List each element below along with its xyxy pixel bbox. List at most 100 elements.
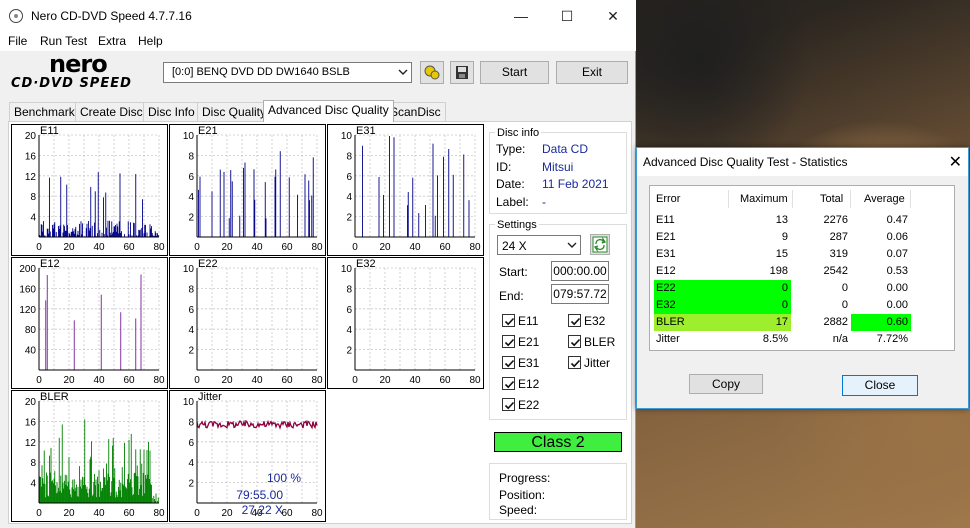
- minimize-button[interactable]: —: [498, 0, 544, 32]
- cell-total: 0: [841, 299, 848, 311]
- x-tick-label: 80: [153, 375, 165, 386]
- refresh-speed-button[interactable]: [590, 234, 610, 255]
- main-window: Nero CD-DVD Speed 4.7.7.16 — ☐ ✕ File Ru…: [0, 0, 636, 528]
- close-button[interactable]: ✕: [590, 0, 636, 32]
- window-title: Nero CD-DVD Speed 4.7.7.16: [31, 9, 192, 23]
- stats-row-jitter: Jitter 8.5% n/a 7.72%: [654, 331, 952, 348]
- speed-select[interactable]: 24 X: [497, 235, 581, 255]
- y-tick-label: 10: [341, 131, 353, 142]
- y-tick-label: 4: [30, 479, 36, 490]
- start-time-label: Start:: [499, 265, 528, 279]
- checkbox-e12[interactable]: [502, 377, 515, 390]
- y-tick-label: 160: [19, 284, 36, 295]
- logo-nero-text: nero: [49, 50, 108, 78]
- chart-svg: 4 8 12 16 20 0 20 40 60 80: [25, 397, 165, 519]
- disc-date-label: Date:: [496, 177, 525, 191]
- checkbox-e31[interactable]: [502, 356, 515, 369]
- cell-total: n/a: [832, 333, 848, 345]
- disc-class-badge: Class 2: [494, 432, 622, 452]
- menu-extra[interactable]: Extra: [98, 34, 126, 48]
- refresh-icon: [592, 236, 608, 253]
- end-time-input[interactable]: 079:57.72: [551, 284, 609, 304]
- cell-average: 0.00: [886, 282, 908, 294]
- header-divider: [910, 190, 911, 208]
- tab-scandisc[interactable]: ScanDisc: [385, 102, 446, 121]
- menu-file[interactable]: File: [8, 34, 27, 48]
- tab-advanced-disc-quality[interactable]: Advanced Disc Quality: [263, 100, 394, 122]
- drive-select[interactable]: [0:0] BENQ DVD DD DW1640 BSLB: [163, 62, 412, 83]
- x-tick-label: 60: [123, 242, 135, 253]
- x-tick-label: 60: [439, 375, 451, 386]
- y-tick-label: 8: [188, 417, 194, 428]
- cell-total: 2542: [823, 265, 848, 277]
- title-bar[interactable]: Nero CD-DVD Speed 4.7.7.16 — ☐ ✕: [0, 0, 636, 32]
- x-tick-label: 80: [311, 242, 323, 253]
- header-divider: [850, 190, 851, 208]
- maximize-button[interactable]: ☐: [544, 0, 590, 32]
- x-tick-label: 20: [63, 375, 75, 386]
- start-time-input[interactable]: 000:00.00: [551, 261, 609, 281]
- cell-maximum: 0: [781, 299, 788, 311]
- checkbox-e21[interactable]: [502, 335, 515, 348]
- checkbox-bler[interactable]: [568, 335, 581, 348]
- x-tick-label: 40: [93, 242, 105, 253]
- checkmark-icon: [504, 380, 515, 389]
- cell-error: BLER: [656, 316, 685, 328]
- tab-disc-quality[interactable]: Disc Quality: [197, 102, 272, 121]
- end-time-label: End:: [499, 289, 524, 303]
- disc-id-value: Mitsui: [542, 160, 574, 174]
- disc-info-button[interactable]: [420, 61, 444, 84]
- x-tick-label: 60: [281, 375, 293, 386]
- close-dialog-button[interactable]: Close: [842, 375, 918, 396]
- cell-error: E21: [656, 231, 676, 243]
- x-tick-label: 40: [251, 242, 263, 253]
- copy-button[interactable]: Copy: [689, 374, 763, 394]
- cell-maximum: 15: [775, 248, 788, 260]
- cell-average: 0.53: [886, 265, 908, 277]
- menu-run-test[interactable]: Run Test: [40, 34, 87, 48]
- x-tick-label: 20: [63, 242, 75, 253]
- checkbox-jitter[interactable]: [568, 356, 581, 369]
- header-error: Error: [656, 193, 681, 205]
- y-tick-label: 4: [30, 213, 36, 224]
- cell-maximum: 13: [775, 214, 788, 226]
- checkbox-label-e22: E22: [518, 398, 540, 412]
- checkbox-label-e32: E32: [584, 314, 606, 328]
- tab-benchmark[interactable]: Benchmark: [9, 102, 80, 121]
- checkbox-e22[interactable]: [502, 398, 515, 411]
- stats-row-bler: BLER 17 2882 0.60: [654, 314, 952, 331]
- statistics-title: Advanced Disc Quality Test - Statistics: [643, 155, 848, 169]
- y-tick-label: 16: [25, 151, 37, 162]
- chart-title: E12: [40, 258, 60, 270]
- y-tick-label: 8: [188, 151, 194, 162]
- chart-title: BLER: [40, 391, 69, 403]
- logo-cd-dvd-speed-text: CD·DVD SPEED: [11, 76, 132, 91]
- chart-e22: 2 4 6 8 10 0 20 40 60 80 E22: [169, 257, 326, 389]
- checkbox-label-e11: E11: [518, 314, 539, 328]
- exit-button[interactable]: Exit: [556, 61, 628, 84]
- position-label: Position:: [499, 488, 546, 502]
- x-tick-label: 20: [221, 508, 233, 519]
- y-tick-label: 2: [346, 346, 352, 357]
- cell-maximum: 8.5%: [762, 333, 788, 345]
- statistics-title-bar[interactable]: Advanced Disc Quality Test - Statistics …: [637, 148, 968, 176]
- progress-value: 100 %: [266, 471, 301, 485]
- start-button[interactable]: Start: [480, 61, 549, 84]
- tab-create-disc[interactable]: Create Disc: [75, 102, 148, 121]
- menu-help[interactable]: Help: [138, 34, 163, 48]
- y-tick-label: 2: [346, 213, 352, 224]
- checkbox-label-bler: BLER: [584, 335, 616, 349]
- tab-disc-info[interactable]: Disc Info: [143, 102, 200, 121]
- y-tick-label: 20: [25, 131, 37, 142]
- y-tick-label: 120: [19, 305, 36, 316]
- statistics-close-icon[interactable]: ✕: [949, 152, 962, 172]
- save-button[interactable]: [450, 61, 474, 84]
- checkbox-label-jitter: Jitter: [584, 356, 611, 370]
- cell-average: 0.47: [886, 214, 908, 226]
- disc-chain-icon: [424, 65, 440, 80]
- checkbox-e32[interactable]: [568, 314, 581, 327]
- checkbox-e11[interactable]: [502, 314, 515, 327]
- checkmark-icon: [504, 401, 515, 410]
- cell-error: E22: [656, 282, 676, 294]
- chart-title: E22: [198, 258, 218, 270]
